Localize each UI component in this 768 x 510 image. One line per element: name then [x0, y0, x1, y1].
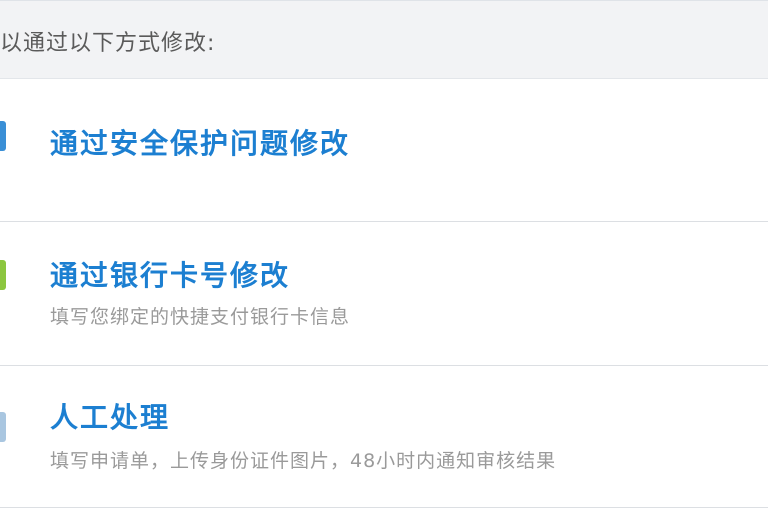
- manual-service-icon: [0, 412, 6, 442]
- shield-icon: [0, 121, 6, 151]
- option-title[interactable]: 通过银行卡号修改: [50, 254, 290, 294]
- password-reset-options-page: 以通过以下方式修改: 通过安全保护问题修改 通过银行卡号修改 填写您绑定的快捷支…: [0, 0, 768, 510]
- option-description: 填写申请单，上传身份证件图片，48小时内通知审核结果: [50, 450, 557, 472]
- instructions-text: 以通过以下方式修改:: [0, 31, 216, 56]
- instructions-header: 以通过以下方式修改:: [0, 1, 768, 79]
- option-title[interactable]: 人工处理: [50, 396, 170, 436]
- option-manual-processing[interactable]: 人工处理 填写申请单，上传身份证件图片，48小时内通知审核结果: [0, 366, 768, 510]
- option-security-question[interactable]: 通过安全保护问题修改: [0, 79, 768, 221]
- option-bank-card[interactable]: 通过银行卡号修改 填写您绑定的快捷支付银行卡信息: [0, 222, 768, 365]
- option-description: 填写您绑定的快捷支付银行卡信息: [50, 306, 351, 328]
- divider: [0, 507, 768, 508]
- bank-card-icon: [0, 260, 6, 290]
- option-title[interactable]: 通过安全保护问题修改: [50, 122, 350, 162]
